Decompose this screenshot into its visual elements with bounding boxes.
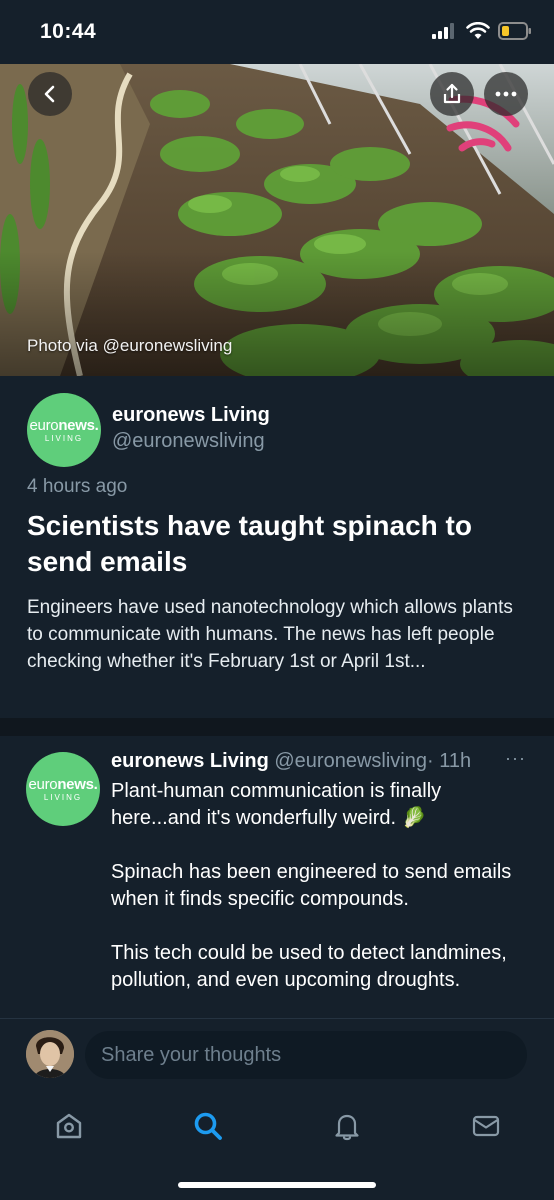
article-summary: Engineers have used nanotechnology which… [27,597,513,672]
status-icons [432,22,532,40]
status-bar: 10:44 [0,0,554,64]
wifi-icon [466,22,490,39]
tweet[interactable]: euronews. LIVING euronews Living @eurone… [0,736,554,1018]
article-headline[interactable]: Scientists have taught spinach to send e… [27,508,532,580]
battery-icon [498,22,531,40]
article-card[interactable]: euronews. LIVING euronews Living @eurone… [0,376,554,718]
user-portrait-icon [26,1030,74,1078]
status-time: 10:44 [40,20,97,43]
tweet-header: euronews Living @euronewsliving· 11h [111,750,471,773]
bell-icon [335,1114,359,1141]
more-icon [495,91,517,97]
share-button[interactable] [430,72,474,116]
section-divider [0,718,554,736]
tab-messages[interactable] [466,1106,506,1146]
reply-composer [0,1018,554,1092]
tweet-text: Plant-human communication is finally her… [111,780,512,991]
back-icon [44,85,55,103]
euronews-avatar[interactable]: euronews. LIVING [27,393,101,467]
tweet-more-button[interactable]: ··· [505,748,526,769]
share-icon [443,83,461,104]
tweet-author-handle[interactable]: @euronewsliving [274,750,427,772]
home-icon [56,1113,82,1139]
tab-home[interactable] [49,1106,89,1146]
avatar-logo-subtext: LIVING [44,434,84,443]
share-thoughts-input[interactable] [85,1031,527,1079]
mail-icon [472,1115,500,1137]
author-handle[interactable]: @euronewsliving [112,430,265,453]
tweet-author-name[interactable]: euronews Living [111,750,269,772]
tab-notifications[interactable] [327,1106,367,1146]
search-icon [194,1112,222,1140]
more-options-button[interactable] [484,72,528,116]
avatar-logo-subtext: LIVING [43,793,83,802]
back-button[interactable] [28,72,72,116]
tweet-avatar[interactable]: euronews. LIVING [26,752,100,826]
tweet-time: · 11h [426,750,472,772]
user-avatar[interactable] [26,1030,74,1078]
tab-search[interactable] [188,1106,228,1146]
signal-icon [432,23,454,39]
photo-caption: Photo via @euronewsliving [27,336,233,355]
article-timestamp: 4 hours ago [27,476,128,497]
author-name[interactable]: euronews Living [112,404,270,427]
hero-image: Photo via @euronewsliving [0,64,554,376]
avatar-logo-text: euronews. [29,417,99,434]
avatar-logo-text: euronews. [28,776,98,793]
home-indicator [178,1182,376,1188]
